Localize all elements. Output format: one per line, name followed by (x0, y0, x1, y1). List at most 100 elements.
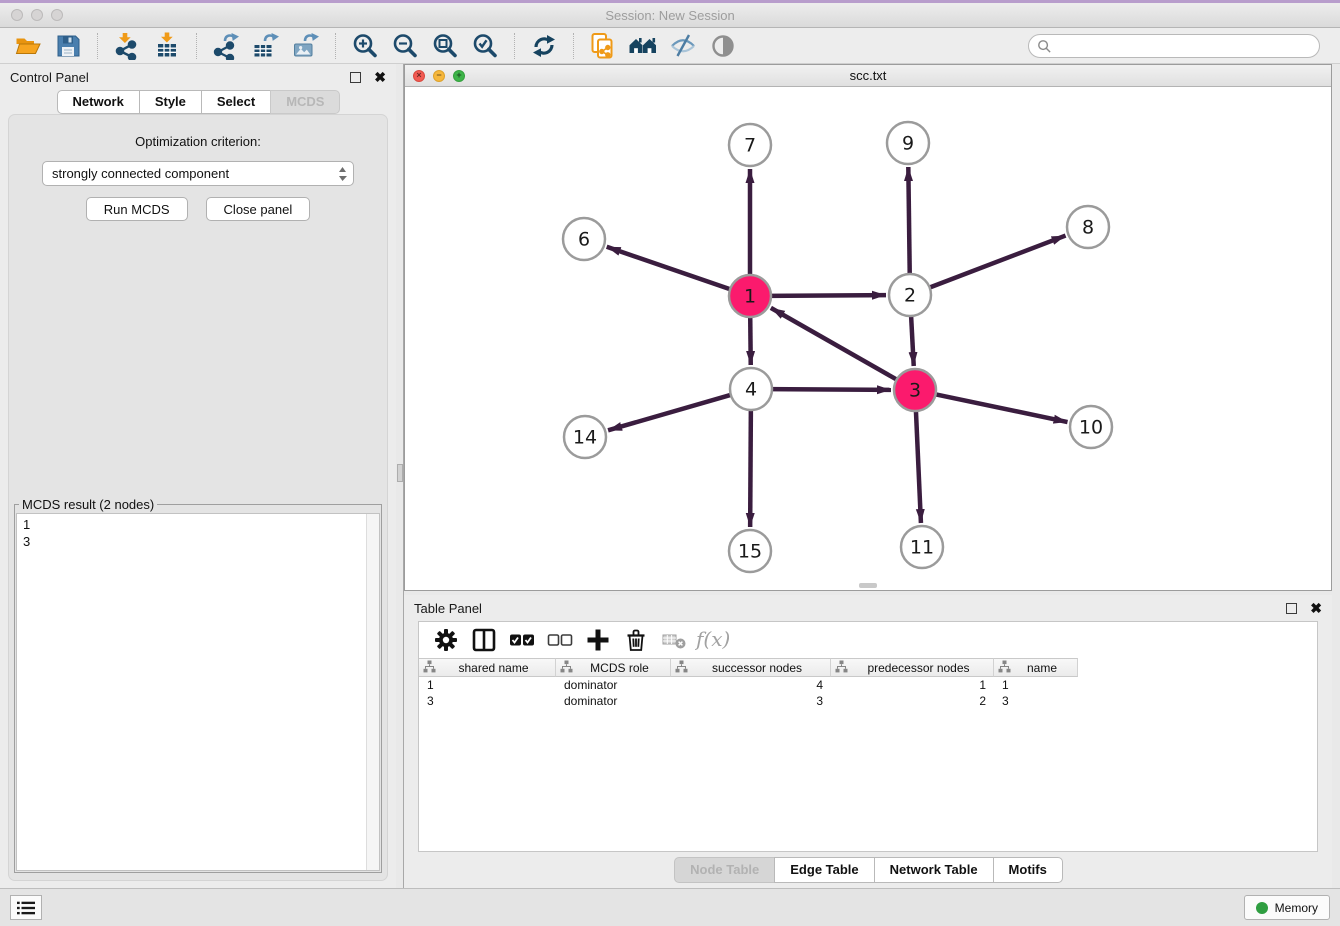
export-image-icon[interactable] (291, 31, 321, 61)
result-line: 1 (23, 516, 360, 533)
node-2[interactable]: 2 (889, 274, 931, 316)
column-header-label: name (1011, 661, 1073, 675)
hide-selected-icon[interactable] (668, 31, 698, 61)
table-row[interactable]: 3dominator323 (419, 693, 1317, 709)
edge-3-10[interactable] (934, 394, 1068, 422)
edge-2-3[interactable] (911, 314, 914, 366)
edge-1-4[interactable] (750, 315, 751, 365)
column-header-MCDS-role[interactable]: MCDS role (556, 658, 671, 677)
edge-2-8[interactable] (928, 236, 1066, 289)
tab-network-table[interactable]: Network Table (874, 857, 994, 883)
close-window-button[interactable] (11, 9, 23, 21)
table-row[interactable]: 1dominator411 (419, 677, 1317, 693)
table-cell[interactable]: 2 (831, 694, 994, 708)
task-history-button[interactable] (10, 895, 42, 920)
node-11[interactable]: 11 (901, 526, 943, 568)
new-network-from-selection-icon[interactable] (588, 31, 618, 61)
tab-style[interactable]: Style (139, 90, 202, 114)
edge-1-2[interactable] (769, 295, 886, 296)
zoom-selected-icon[interactable] (470, 31, 500, 61)
toolbar-separator (196, 33, 197, 59)
tab-mcds[interactable]: MCDS (270, 90, 340, 114)
table-panel-title: Table Panel (414, 601, 482, 616)
import-network-icon[interactable] (112, 31, 142, 61)
float-panel-icon[interactable] (350, 72, 361, 83)
tab-edge-table[interactable]: Edge Table (774, 857, 874, 883)
edge-3-1[interactable] (771, 308, 899, 381)
zoom-fit-icon[interactable] (430, 31, 460, 61)
memory-button[interactable]: Memory (1244, 895, 1330, 920)
canvas-scrollbar-nub[interactable] (859, 583, 877, 588)
table-cell[interactable]: 3 (994, 694, 1078, 708)
node-8[interactable]: 8 (1067, 206, 1109, 248)
column-header-successor-nodes[interactable]: successor nodes (671, 658, 831, 677)
network-maximize-icon[interactable]: + (453, 70, 465, 82)
close-panel-icon[interactable]: ✖ (374, 70, 386, 84)
tab-select[interactable]: Select (201, 90, 271, 114)
node-3[interactable]: 3 (894, 369, 936, 411)
tab-network[interactable]: Network (57, 90, 140, 114)
table-cell[interactable]: 1 (831, 678, 994, 692)
node-10[interactable]: 10 (1070, 406, 1112, 448)
delete-column-icon[interactable] (617, 625, 655, 655)
tab-node-table[interactable]: Node Table (674, 857, 775, 883)
table-cell[interactable]: 3 (671, 694, 831, 708)
edge-4-3[interactable] (770, 389, 891, 390)
export-table-icon[interactable] (251, 31, 281, 61)
refresh-icon[interactable] (529, 31, 559, 61)
close-panel-button[interactable]: Close panel (206, 197, 311, 221)
node-4[interactable]: 4 (730, 368, 772, 410)
column-header-name[interactable]: name (994, 658, 1078, 677)
criterion-select[interactable]: strongly connected component (42, 161, 354, 186)
save-icon[interactable] (53, 31, 83, 61)
edge-3-11[interactable] (916, 409, 921, 523)
zoom-window-button[interactable] (51, 9, 63, 21)
import-table-icon[interactable] (152, 31, 182, 61)
table-cell[interactable]: 1 (419, 678, 556, 692)
node-6[interactable]: 6 (563, 218, 605, 260)
node-1[interactable]: 1 (729, 275, 771, 317)
gear-icon[interactable] (427, 625, 465, 655)
table-cell[interactable]: 4 (671, 678, 831, 692)
hierarchy-icon (423, 660, 436, 676)
minimize-window-button[interactable] (31, 9, 43, 21)
zoom-out-icon[interactable] (390, 31, 420, 61)
network-canvas[interactable]: 1 2 3 4 6 7 8 9 10 11 14 15 (405, 87, 1331, 590)
table-cell[interactable]: 1 (994, 678, 1078, 692)
show-hidden-icon[interactable] (708, 31, 738, 61)
export-network-icon[interactable] (211, 31, 241, 61)
add-column-icon[interactable] (579, 625, 617, 655)
table-cell[interactable]: dominator (556, 678, 671, 692)
column-header-predecessor-nodes[interactable]: predecessor nodes (831, 658, 994, 677)
first-neighbors-icon[interactable] (628, 31, 658, 61)
splitter-handle[interactable] (397, 464, 403, 482)
edge-4-15[interactable] (750, 408, 751, 527)
node-9[interactable]: 9 (887, 122, 929, 164)
edge-4-14[interactable] (608, 394, 733, 430)
network-minimize-icon[interactable]: − (433, 70, 445, 82)
panel-splitter[interactable] (396, 64, 404, 888)
table-cell[interactable]: 3 (419, 694, 556, 708)
node-7[interactable]: 7 (729, 124, 771, 166)
edge-1-6[interactable] (607, 247, 732, 290)
deselect-all-icon[interactable] (541, 625, 579, 655)
column-header-shared-name[interactable]: shared name (419, 658, 556, 677)
zoom-in-icon[interactable] (350, 31, 380, 61)
node-14[interactable]: 14 (564, 416, 606, 458)
float-table-panel-icon[interactable] (1286, 603, 1297, 614)
result-scrollbar[interactable] (366, 514, 379, 870)
split-columns-icon[interactable] (465, 625, 503, 655)
open-icon[interactable] (13, 31, 43, 61)
edge-2-9[interactable] (908, 167, 909, 276)
toolbar-separator (514, 33, 515, 59)
network-graph[interactable]: 1 2 3 4 6 7 8 9 10 11 14 15 (405, 87, 1331, 590)
run-mcds-button[interactable]: Run MCDS (86, 197, 188, 221)
select-all-icon[interactable] (503, 625, 541, 655)
network-close-icon[interactable]: × (413, 70, 425, 82)
node-15[interactable]: 15 (729, 530, 771, 572)
search-input[interactable] (1028, 34, 1320, 58)
network-window-titlebar[interactable]: × − + scc.txt (405, 65, 1331, 87)
tab-motifs[interactable]: Motifs (993, 857, 1063, 883)
close-table-panel-icon[interactable]: ✖ (1310, 601, 1322, 615)
table-cell[interactable]: dominator (556, 694, 671, 708)
